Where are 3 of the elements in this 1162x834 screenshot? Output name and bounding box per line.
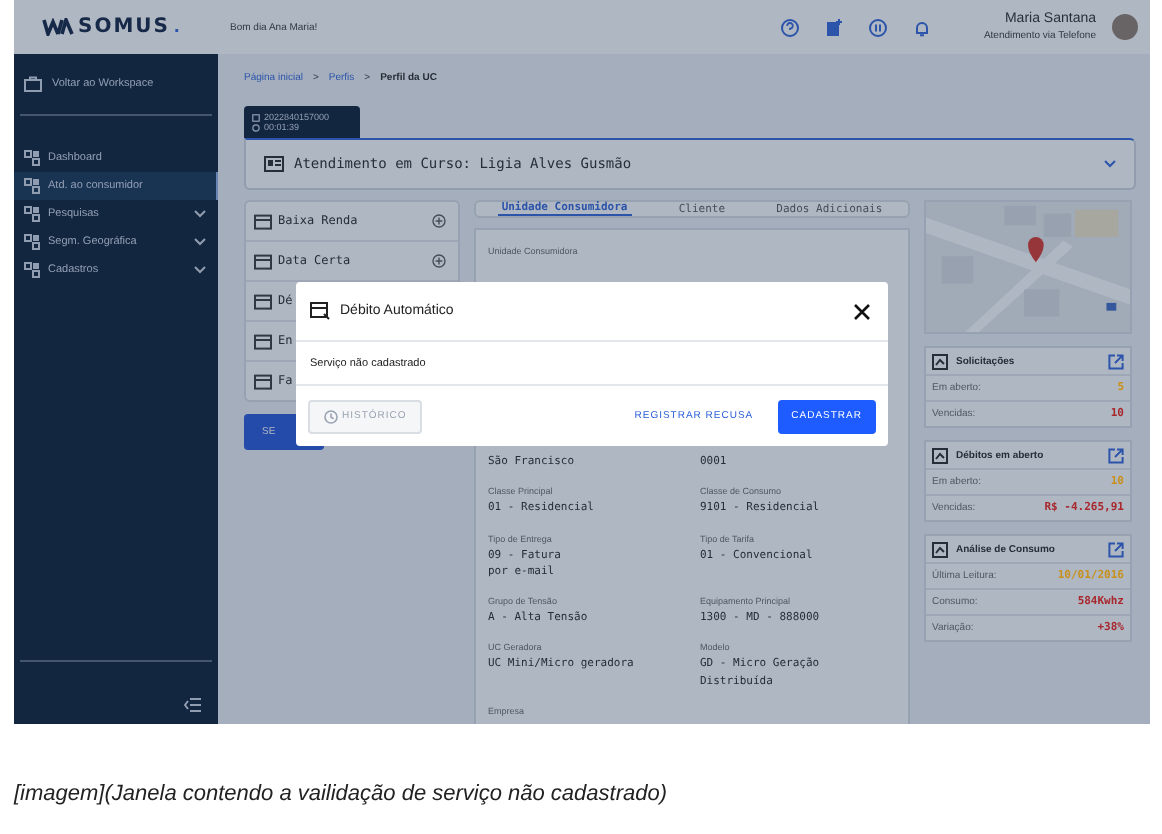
logo-dot: .	[173, 16, 180, 38]
caption: [imagem](Janela contendo a vailidação de serviço não cadastrado)	[14, 782, 668, 806]
logo-text: SOMUS	[78, 16, 170, 38]
